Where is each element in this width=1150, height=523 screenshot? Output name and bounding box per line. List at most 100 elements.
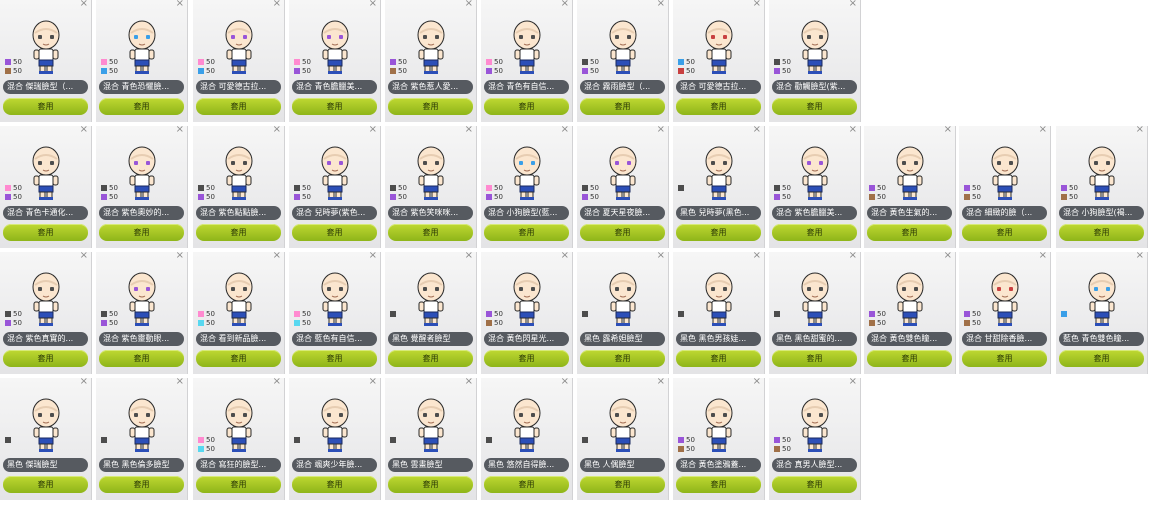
close-icon[interactable]: × — [753, 252, 761, 261]
apply-button[interactable]: 套用 — [196, 224, 281, 241]
close-icon[interactable]: × — [753, 0, 761, 9]
apply-button[interactable]: 套用 — [580, 350, 665, 367]
close-icon[interactable]: × — [273, 378, 281, 387]
face-name-label: 混合 小狗臉型(褐... — [1059, 206, 1144, 220]
apply-button[interactable]: 套用 — [867, 224, 952, 241]
apply-button[interactable]: 套用 — [1059, 224, 1144, 241]
close-icon[interactable]: × — [176, 252, 184, 261]
apply-button[interactable]: 套用 — [3, 350, 88, 367]
close-icon[interactable]: × — [1136, 252, 1144, 261]
apply-button[interactable]: 套用 — [867, 350, 952, 367]
close-icon[interactable]: × — [369, 0, 377, 9]
close-icon[interactable]: × — [849, 252, 857, 261]
close-icon[interactable]: × — [657, 126, 665, 135]
apply-button[interactable]: 套用 — [3, 224, 88, 241]
ratio-value: 50 — [109, 184, 118, 192]
close-icon[interactable]: × — [1136, 126, 1144, 135]
character-preview — [219, 394, 259, 458]
apply-button[interactable]: 套用 — [3, 98, 88, 115]
ratio-value: 50 — [302, 193, 311, 201]
apply-button[interactable]: 套用 — [3, 476, 88, 493]
close-icon[interactable]: × — [1039, 126, 1047, 135]
apply-button[interactable]: 套用 — [292, 224, 377, 241]
apply-button[interactable]: 套用 — [99, 224, 184, 241]
close-icon[interactable]: × — [176, 0, 184, 9]
close-icon[interactable]: × — [849, 126, 857, 135]
close-icon[interactable]: × — [657, 252, 665, 261]
apply-button[interactable]: 套用 — [580, 98, 665, 115]
apply-button[interactable]: 套用 — [292, 350, 377, 367]
close-icon[interactable]: × — [561, 378, 569, 387]
character-preview — [603, 268, 643, 332]
apply-button[interactable]: 套用 — [676, 224, 761, 241]
close-icon[interactable]: × — [1039, 252, 1047, 261]
close-icon[interactable]: × — [369, 126, 377, 135]
close-icon[interactable]: × — [80, 0, 88, 9]
apply-button[interactable]: 套用 — [1059, 350, 1144, 367]
close-icon[interactable]: × — [465, 0, 473, 9]
apply-button[interactable]: 套用 — [292, 98, 377, 115]
apply-button[interactable]: 套用 — [292, 476, 377, 493]
close-icon[interactable]: × — [80, 378, 88, 387]
color-swatch — [678, 436, 684, 443]
close-icon[interactable]: × — [944, 252, 952, 261]
close-icon[interactable]: × — [561, 126, 569, 135]
apply-button[interactable]: 套用 — [772, 350, 857, 367]
color-swatch — [582, 184, 588, 191]
apply-button[interactable]: 套用 — [484, 224, 569, 241]
apply-button[interactable]: 套用 — [676, 476, 761, 493]
close-icon[interactable]: × — [465, 252, 473, 261]
apply-button[interactable]: 套用 — [772, 224, 857, 241]
apply-button[interactable]: 套用 — [962, 224, 1047, 241]
apply-button[interactable]: 套用 — [196, 350, 281, 367]
apply-button[interactable]: 套用 — [484, 350, 569, 367]
close-icon[interactable]: × — [944, 126, 952, 135]
apply-button[interactable]: 套用 — [388, 224, 473, 241]
close-icon[interactable]: × — [80, 252, 88, 261]
close-icon[interactable]: × — [176, 378, 184, 387]
apply-button[interactable]: 套用 — [484, 98, 569, 115]
color-ratio: 50 — [774, 58, 791, 66]
apply-button[interactable]: 套用 — [676, 350, 761, 367]
close-icon[interactable]: × — [176, 126, 184, 135]
color-swatch — [198, 67, 204, 74]
close-icon[interactable]: × — [753, 126, 761, 135]
apply-button[interactable]: 套用 — [388, 350, 473, 367]
apply-button[interactable]: 套用 — [484, 476, 569, 493]
close-icon[interactable]: × — [657, 0, 665, 9]
apply-button[interactable]: 套用 — [580, 476, 665, 493]
close-icon[interactable]: × — [273, 0, 281, 9]
close-icon[interactable]: × — [561, 0, 569, 9]
close-icon[interactable]: × — [753, 378, 761, 387]
close-icon[interactable]: × — [369, 252, 377, 261]
apply-button[interactable]: 套用 — [772, 476, 857, 493]
close-icon[interactable]: × — [273, 126, 281, 135]
close-icon[interactable]: × — [849, 378, 857, 387]
close-icon[interactable]: × — [657, 378, 665, 387]
apply-button[interactable]: 套用 — [99, 350, 184, 367]
close-icon[interactable]: × — [465, 126, 473, 135]
close-icon[interactable]: × — [465, 378, 473, 387]
close-icon[interactable]: × — [273, 252, 281, 261]
color-swatch — [964, 310, 970, 317]
color-swatch — [198, 58, 204, 65]
close-icon[interactable]: × — [561, 252, 569, 261]
close-icon[interactable]: × — [80, 126, 88, 135]
apply-button[interactable]: 套用 — [388, 98, 473, 115]
apply-button[interactable]: 套用 — [196, 98, 281, 115]
close-icon[interactable]: × — [369, 378, 377, 387]
face-coupon-card: × 50 50 混合 紫色點點臉... 套用 — [193, 126, 285, 248]
apply-button[interactable]: 套用 — [676, 98, 761, 115]
apply-button[interactable]: 套用 — [196, 476, 281, 493]
apply-button[interactable]: 套用 — [580, 224, 665, 241]
color-swatch — [486, 436, 492, 443]
apply-button[interactable]: 套用 — [388, 476, 473, 493]
apply-button[interactable]: 套用 — [99, 476, 184, 493]
close-icon[interactable]: × — [849, 0, 857, 9]
apply-button[interactable]: 套用 — [962, 350, 1047, 367]
face-coupon-card: × 50 50 混合 小狗臉型(褐... 套用 — [1056, 126, 1148, 248]
color-ratio: 50 — [101, 184, 118, 192]
apply-button[interactable]: 套用 — [99, 98, 184, 115]
face-name-label: 混合 黃色塗鴉蓋... — [676, 458, 761, 472]
apply-button[interactable]: 套用 — [772, 98, 857, 115]
